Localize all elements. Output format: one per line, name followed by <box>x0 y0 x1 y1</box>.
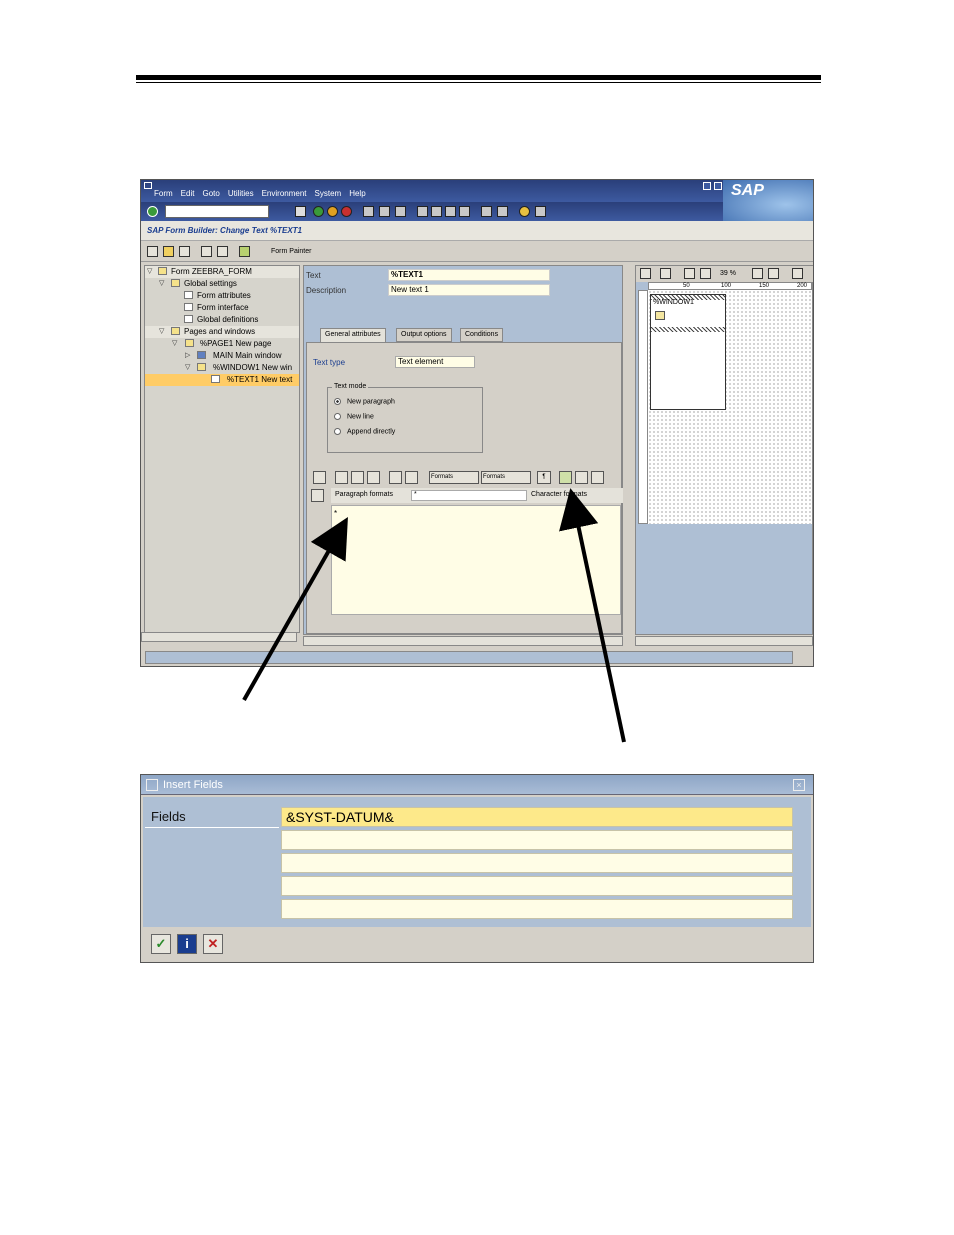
annotation-arrows <box>242 488 626 743</box>
arrow-to-insert-field <box>559 488 626 743</box>
arrow-to-editor <box>242 517 348 701</box>
